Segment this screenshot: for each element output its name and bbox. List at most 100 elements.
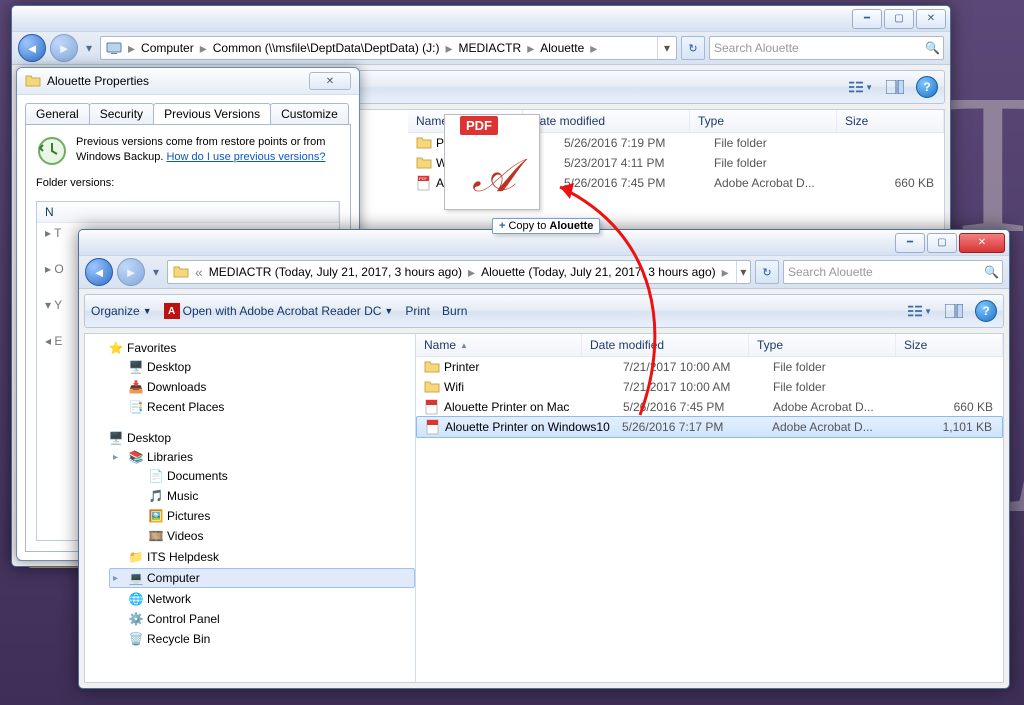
search-placeholder: Search Alouette xyxy=(788,265,873,279)
help-button[interactable]: ? xyxy=(975,300,997,322)
list-item[interactable]: Printer 5/26/2016 7:19 PM File folder xyxy=(408,133,944,153)
address-bar[interactable]: ▸ Computer ▸ Common (\\msfile\DeptData\D… xyxy=(100,36,677,60)
breadcrumb-sep[interactable]: ▸ xyxy=(722,264,729,281)
col-type[interactable]: Type xyxy=(690,110,837,132)
history-dropdown[interactable]: ▾ xyxy=(149,259,163,285)
list-item[interactable]: Wifi 5/23/2017 4:11 PM File folder xyxy=(408,153,944,173)
twisty-icon[interactable]: ▸ xyxy=(113,452,125,463)
tree-item[interactable]: Videos xyxy=(167,529,203,543)
list-item[interactable]: Wifi 7/21/2017 10:00 AM File folder xyxy=(416,377,1003,397)
tree-favorites[interactable]: Favorites xyxy=(127,341,176,355)
breadcrumb-sep[interactable]: « xyxy=(195,264,203,280)
list-item[interactable]: PDFAlouette Printer … 5/26/2016 7:45 PM … xyxy=(408,173,944,193)
restore-icon xyxy=(36,135,68,167)
address-bar[interactable]: « MEDIACTR (Today, July 21, 2017, 3 hour… xyxy=(167,260,751,284)
col-size[interactable]: Size xyxy=(896,334,1003,356)
tree-item[interactable]: Downloads xyxy=(147,380,206,394)
back-button[interactable]: ◄ xyxy=(85,258,113,286)
preview-pane-button[interactable] xyxy=(882,76,908,98)
print-button[interactable]: Print xyxy=(405,304,430,318)
breadcrumb-item[interactable]: Computer xyxy=(141,41,194,55)
computer-icon xyxy=(106,40,122,56)
tab-general[interactable]: General xyxy=(25,103,90,124)
tab-security[interactable]: Security xyxy=(89,103,154,124)
tab-previous-versions[interactable]: Previous Versions xyxy=(153,103,271,124)
col-name[interactable]: Name xyxy=(416,114,448,128)
maximize-button[interactable]: ▢ xyxy=(884,9,914,29)
breadcrumb-sep[interactable]: ▸ xyxy=(527,40,534,57)
help-button[interactable]: ? xyxy=(916,76,938,98)
refresh-button[interactable]: ↻ xyxy=(755,260,779,284)
breadcrumb-sep[interactable]: ▸ xyxy=(468,264,475,281)
tree-item[interactable]: Network xyxy=(147,592,191,606)
column-headers-second[interactable]: Name▲ Date modified Type Size xyxy=(416,334,1003,357)
close-button[interactable]: ✕ xyxy=(959,233,1005,253)
twisty-icon[interactable]: ▸ xyxy=(113,573,125,584)
titlebar-top[interactable]: ━ ▢ ✕ xyxy=(12,6,950,32)
breadcrumb-sep[interactable]: ▸ xyxy=(128,40,135,57)
view-details-button[interactable]: ▼ xyxy=(907,300,933,322)
back-button[interactable]: ◄ xyxy=(18,34,46,62)
organize-button[interactable]: Organize▼ xyxy=(91,304,152,318)
list-item[interactable]: Alouette Printer on Mac 5/26/2016 7:45 P… xyxy=(416,397,1003,417)
close-button[interactable]: ✕ xyxy=(916,9,946,29)
col-size[interactable]: Size xyxy=(837,110,944,132)
toolbar-second: Organize▼ A Open with Adobe Acrobat Read… xyxy=(84,294,1004,328)
history-dropdown[interactable]: ▾ xyxy=(82,35,96,61)
tree-item[interactable]: Recycle Bin xyxy=(147,632,210,646)
explorer-window-second: ━ ▢ ✕ ◄ ► ▾ « MEDIACTR (Today, July 21, … xyxy=(78,229,1010,689)
breadcrumb-item[interactable]: MEDIACTR xyxy=(459,41,522,55)
recycle-bin-icon: 🗑️ xyxy=(128,631,144,647)
breadcrumb-sep[interactable]: ▸ xyxy=(445,40,452,57)
burn-button[interactable]: Burn xyxy=(442,304,467,318)
info-link[interactable]: How do I use previous versions? xyxy=(166,151,325,163)
address-dropdown[interactable]: ▾ xyxy=(657,37,676,59)
search-input[interactable]: Search Alouette 🔍 xyxy=(783,260,1003,284)
libraries-icon: 📚 xyxy=(128,449,144,465)
tree-item[interactable]: Desktop xyxy=(147,360,191,374)
search-input[interactable]: Search Alouette 🔍 xyxy=(709,36,944,60)
col-name[interactable]: N xyxy=(37,202,339,222)
column-headers[interactable]: Name▲ Date modified Type Size xyxy=(408,110,944,133)
tree-item[interactable]: Documents xyxy=(167,469,228,483)
tree-item[interactable]: Pictures xyxy=(167,509,210,523)
col-name[interactable]: Name xyxy=(424,338,456,352)
tree-libraries[interactable]: Libraries xyxy=(147,450,193,464)
chevron-down-icon: ▼ xyxy=(143,306,152,316)
refresh-button[interactable]: ↻ xyxy=(681,36,705,60)
breadcrumb-item[interactable]: MEDIACTR (Today, July 21, 2017, 3 hours … xyxy=(209,265,462,279)
tab-customize[interactable]: Customize xyxy=(270,103,349,124)
svg-text:PDF: PDF xyxy=(419,176,428,181)
list-item[interactable]: Printer 7/21/2017 10:00 AM File folder xyxy=(416,357,1003,377)
tree-desktop[interactable]: Desktop xyxy=(127,431,171,445)
minimize-button[interactable]: ━ xyxy=(895,233,925,253)
col-date[interactable]: Date modified xyxy=(582,334,749,356)
chevron-down-icon: ▼ xyxy=(384,306,393,316)
view-details-button[interactable]: ▼ xyxy=(848,76,874,98)
forward-button[interactable]: ► xyxy=(50,34,78,62)
breadcrumb-item[interactable]: Common (\\msfile\DeptData\DeptData) (J:) xyxy=(213,41,440,55)
forward-button[interactable]: ► xyxy=(117,258,145,286)
recent-icon: 📑 xyxy=(128,399,144,415)
favorites-icon: ⭐ xyxy=(108,340,124,356)
tree-item[interactable]: Recent Places xyxy=(147,400,224,414)
maximize-button[interactable]: ▢ xyxy=(927,233,957,253)
list-item-selected[interactable]: Alouette Printer on Windows10 5/26/2016 … xyxy=(416,416,1003,438)
tree-item[interactable]: Music xyxy=(167,489,198,503)
properties-titlebar[interactable]: Alouette Properties ✕ xyxy=(17,68,359,95)
breadcrumb-sep[interactable]: ▸ xyxy=(590,40,597,57)
open-with-button[interactable]: A Open with Adobe Acrobat Reader DC▼ xyxy=(164,303,394,319)
tree-item[interactable]: Control Panel xyxy=(147,612,220,626)
navbar-top: ◄ ► ▾ ▸ Computer ▸ Common (\\msfile\Dept… xyxy=(12,32,950,65)
preview-pane-button[interactable] xyxy=(941,300,967,322)
col-date[interactable]: Date modified xyxy=(523,110,690,132)
tree-item-computer[interactable]: Computer xyxy=(147,571,200,585)
close-button[interactable]: ✕ xyxy=(309,72,351,90)
col-type[interactable]: Type xyxy=(749,334,896,356)
breadcrumb-sep[interactable]: ▸ xyxy=(200,40,207,57)
minimize-button[interactable]: ━ xyxy=(852,9,882,29)
breadcrumb-item[interactable]: Alouette xyxy=(540,41,584,55)
tree-item[interactable]: ITS Helpdesk xyxy=(147,550,219,564)
address-dropdown[interactable]: ▾ xyxy=(736,261,750,283)
breadcrumb-item[interactable]: Alouette (Today, July 21, 2017, 3 hours … xyxy=(481,265,716,279)
